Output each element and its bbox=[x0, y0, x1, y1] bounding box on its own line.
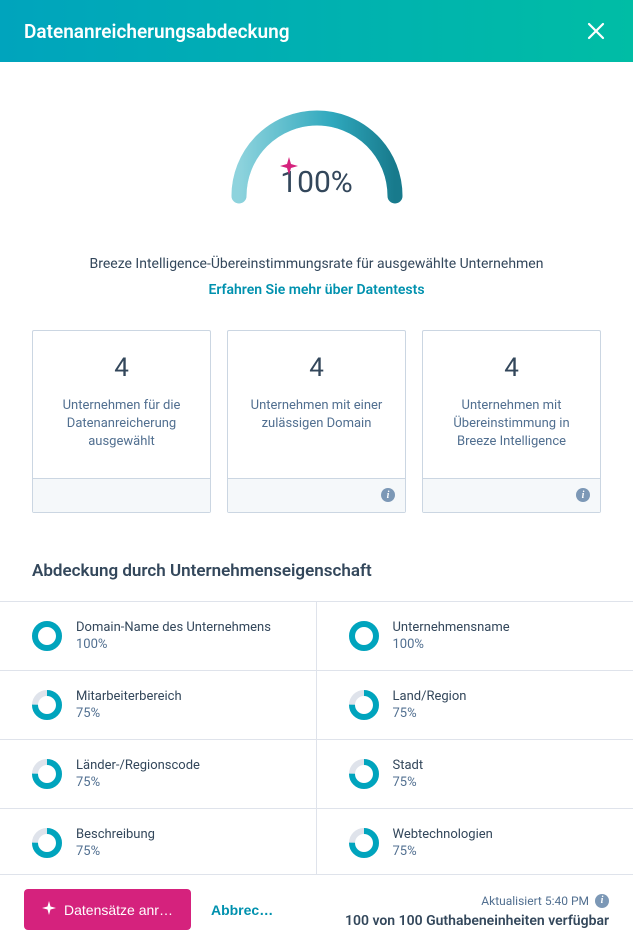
gauge-chart: 100% bbox=[222, 96, 412, 206]
progress-ring-icon bbox=[349, 828, 379, 858]
property-percent: 75% bbox=[393, 775, 424, 790]
card-selected: 4 Unternehmen für die Datenanreicherung … bbox=[32, 330, 211, 513]
property-cell: Beschreibung 75% bbox=[0, 809, 317, 878]
sparkle-icon bbox=[42, 901, 56, 918]
modal-content: 100% Breeze Intelligence-Übereinstimmung… bbox=[0, 62, 633, 878]
card-matched: 4 Unternehmen mit Übereinstimmung in Bre… bbox=[422, 330, 601, 513]
property-name: Stadt bbox=[393, 758, 424, 773]
property-percent: 100% bbox=[76, 637, 271, 652]
property-cell: Unternehmensname 100% bbox=[317, 602, 633, 671]
card-count: 4 bbox=[240, 353, 393, 383]
gauge-wrap: 100% bbox=[32, 96, 601, 206]
property-cell: Länder-/Regionscode 75% bbox=[0, 740, 317, 809]
info-icon[interactable]: i bbox=[576, 488, 590, 502]
property-name: Webtechnologien bbox=[393, 827, 493, 842]
property-cell: Stadt 75% bbox=[317, 740, 633, 809]
property-percent: 75% bbox=[393, 844, 493, 859]
property-name: Land/Region bbox=[393, 689, 467, 704]
card-label: Unternehmen für die Datenanreicherung au… bbox=[45, 397, 198, 452]
card-label: Unternehmen mit Übereinstimmung in Breez… bbox=[435, 397, 588, 452]
modal-header: Datenanreicherungsabdeckung bbox=[0, 0, 633, 62]
property-name: Länder-/Regionscode bbox=[76, 758, 200, 773]
card-label: Unternehmen mit einer zulässigen Domain bbox=[240, 397, 393, 433]
info-icon[interactable]: i bbox=[381, 488, 395, 502]
subtitle-text: Breeze Intelligence-Übereinstimmungsrate… bbox=[32, 256, 601, 272]
progress-ring-icon bbox=[32, 828, 62, 858]
footer-info: Aktualisiert 5:40 PM i 100 von 100 Gutha… bbox=[345, 894, 609, 930]
property-name: Unternehmensname bbox=[393, 620, 510, 635]
property-name: Mitarbeiterbereich bbox=[76, 689, 182, 704]
progress-ring-icon bbox=[349, 690, 379, 720]
close-icon bbox=[587, 22, 605, 40]
property-percent: 100% bbox=[393, 637, 510, 652]
property-cell: Mitarbeiterbereich 75% bbox=[0, 671, 317, 740]
property-grid: Domain-Name des Unternehmens100%Unterneh… bbox=[0, 601, 633, 878]
property-percent: 75% bbox=[76, 844, 155, 859]
enrich-button-label: Datensätze anr… bbox=[64, 902, 173, 918]
close-button[interactable] bbox=[583, 18, 609, 44]
info-icon[interactable]: i bbox=[595, 894, 609, 908]
property-percent: 75% bbox=[76, 706, 182, 721]
cancel-button[interactable]: Abbrec… bbox=[211, 890, 273, 930]
property-name: Domain-Name des Unternehmens bbox=[76, 620, 271, 635]
modal-footer: Datensätze anr… Abbrec… Aktualisiert 5:4… bbox=[0, 874, 633, 948]
modal-title: Datenanreicherungsabdeckung bbox=[24, 20, 290, 43]
progress-ring-icon bbox=[32, 621, 62, 651]
progress-ring-icon bbox=[349, 621, 379, 651]
progress-ring-icon bbox=[32, 759, 62, 789]
updated-text: Aktualisiert 5:40 PM bbox=[481, 894, 589, 908]
property-percent: 75% bbox=[393, 706, 467, 721]
learn-more-link[interactable]: Erfahren Sie mehr über Datentests bbox=[32, 282, 601, 298]
property-percent: 75% bbox=[76, 775, 200, 790]
progress-ring-icon bbox=[349, 759, 379, 789]
enrich-button[interactable]: Datensätze anr… bbox=[24, 889, 191, 930]
property-cell: Land/Region 75% bbox=[317, 671, 633, 740]
card-count: 4 bbox=[435, 353, 588, 383]
summary-cards: 4 Unternehmen für die Datenanreicherung … bbox=[32, 330, 601, 513]
card-valid-domain: 4 Unternehmen mit einer zulässigen Domai… bbox=[227, 330, 406, 513]
property-cell: Webtechnologien 75% bbox=[317, 809, 633, 878]
card-count: 4 bbox=[45, 353, 198, 383]
progress-ring-icon bbox=[32, 690, 62, 720]
credits-text: 100 von 100 Guthabeneinheiten verfügbar bbox=[345, 912, 609, 930]
property-cell: Domain-Name des Unternehmens 100% bbox=[0, 602, 317, 671]
property-name: Beschreibung bbox=[76, 827, 155, 842]
section-title: Abdeckung durch Unternehmenseigenschaft bbox=[32, 561, 601, 581]
